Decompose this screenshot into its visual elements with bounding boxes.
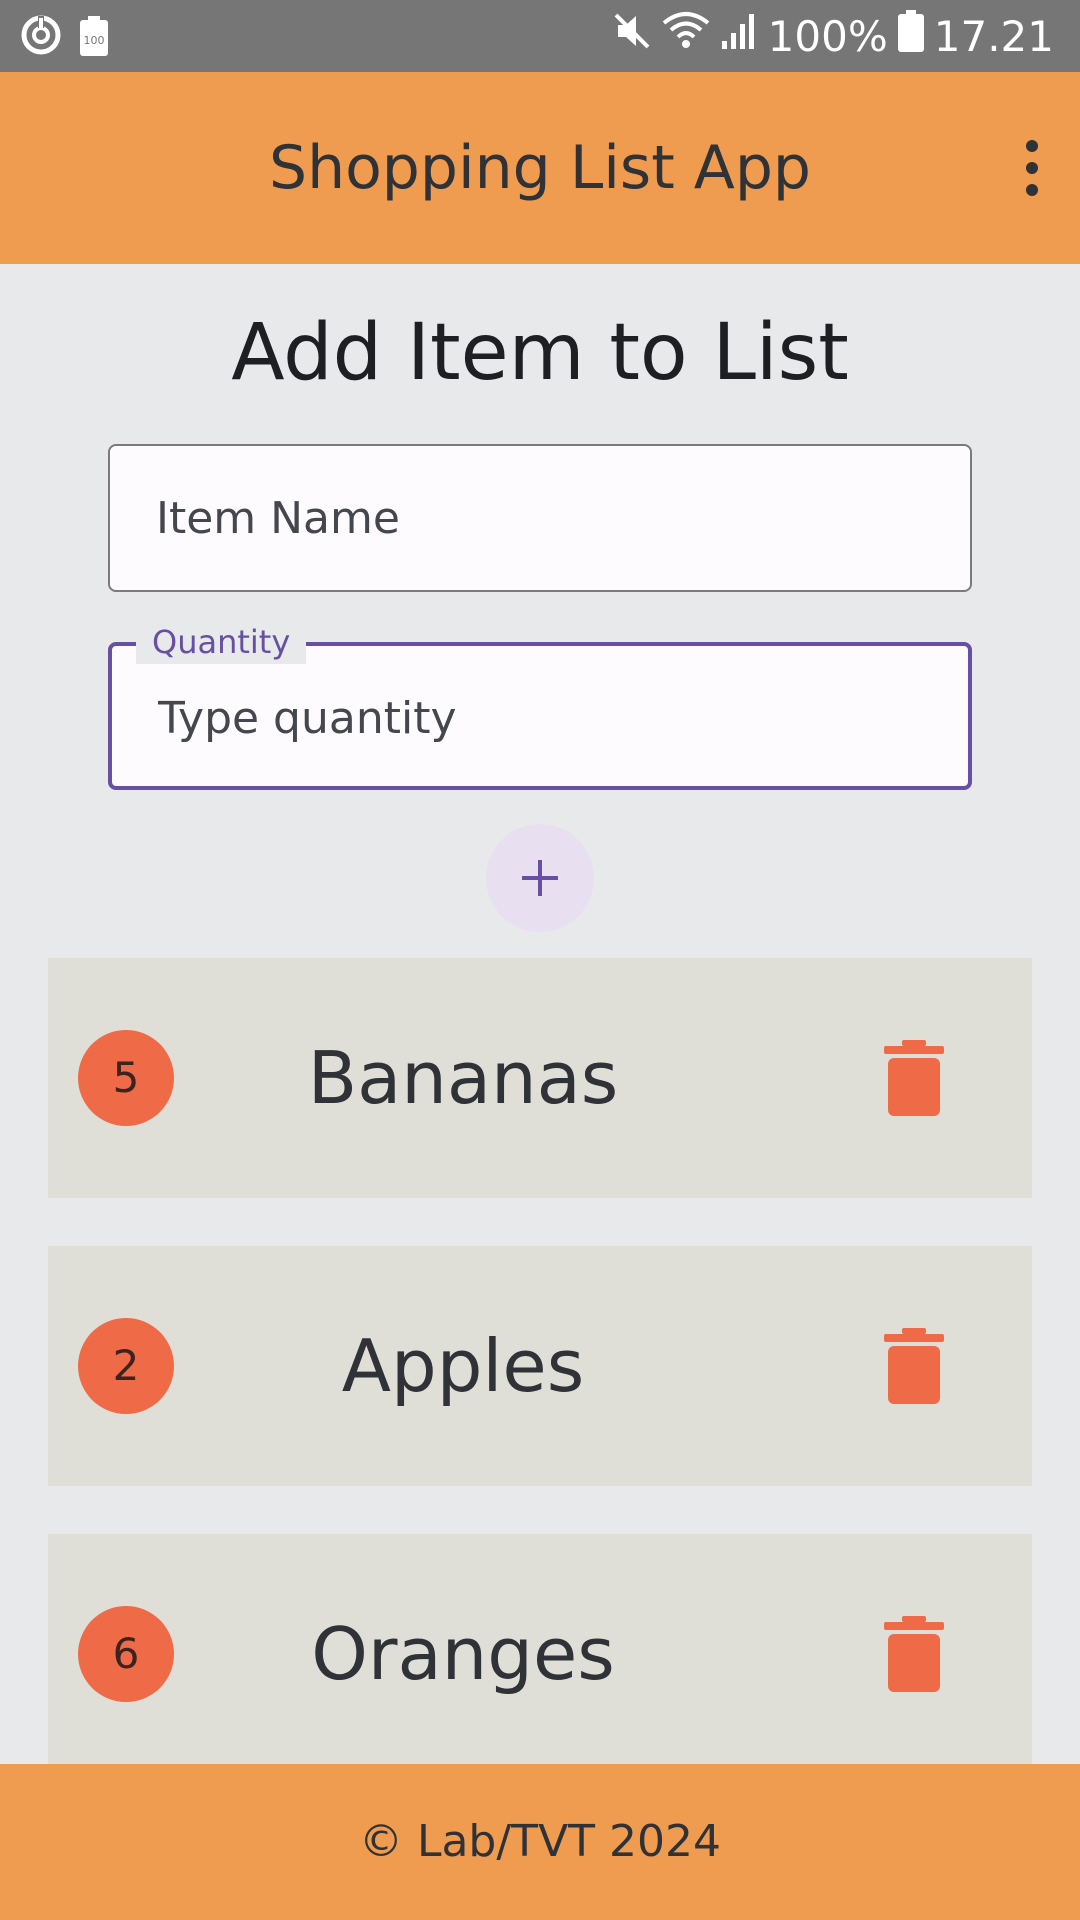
trash-icon <box>884 1616 944 1692</box>
trash-icon <box>884 1040 944 1116</box>
wifi-icon <box>662 11 710 61</box>
delete-button[interactable] <box>884 1328 944 1404</box>
battery-saver-icon: 100 <box>80 16 108 60</box>
signal-icon <box>720 11 758 61</box>
mute-icon <box>612 11 652 61</box>
page-heading: Add Item to List <box>231 308 849 398</box>
item-name: Apples <box>341 1324 585 1408</box>
delete-button[interactable] <box>884 1040 944 1116</box>
battery-percent: 100% <box>767 11 888 61</box>
quantity-badge: 6 <box>78 1606 174 1702</box>
delete-button[interactable] <box>884 1616 944 1692</box>
quantity-input[interactable] <box>158 648 918 788</box>
item-name: Oranges <box>311 1612 615 1696</box>
quantity-field[interactable]: Quantity <box>108 620 972 790</box>
app-bar: Shopping List App <box>0 72 1080 264</box>
footer-text: © Lab/TVT 2024 <box>358 1816 722 1867</box>
status-bar: 100 100% 17.21 <box>0 0 1080 72</box>
app-title: Shopping List App <box>268 133 812 203</box>
item-name-field[interactable] <box>108 444 972 592</box>
trash-icon <box>884 1328 944 1404</box>
clock: 17.21 <box>933 11 1054 61</box>
svg-text:100: 100 <box>84 34 105 47</box>
battery-icon <box>897 10 924 62</box>
list-item: 6 Oranges <box>48 1534 1032 1774</box>
more-vert-icon[interactable] <box>1020 140 1044 196</box>
footer: © Lab/TVT 2024 <box>0 1764 1080 1920</box>
plus-icon <box>522 860 558 896</box>
list-item: 2 Apples <box>48 1246 1032 1486</box>
quantity-badge: 5 <box>78 1030 174 1126</box>
item-name: Bananas <box>307 1036 619 1120</box>
list-item: 5 Bananas <box>48 958 1032 1198</box>
quantity-badge: 2 <box>78 1318 174 1414</box>
add-item-button[interactable] <box>486 824 594 932</box>
item-name-input[interactable] <box>156 446 916 590</box>
sync-icon <box>20 14 62 60</box>
